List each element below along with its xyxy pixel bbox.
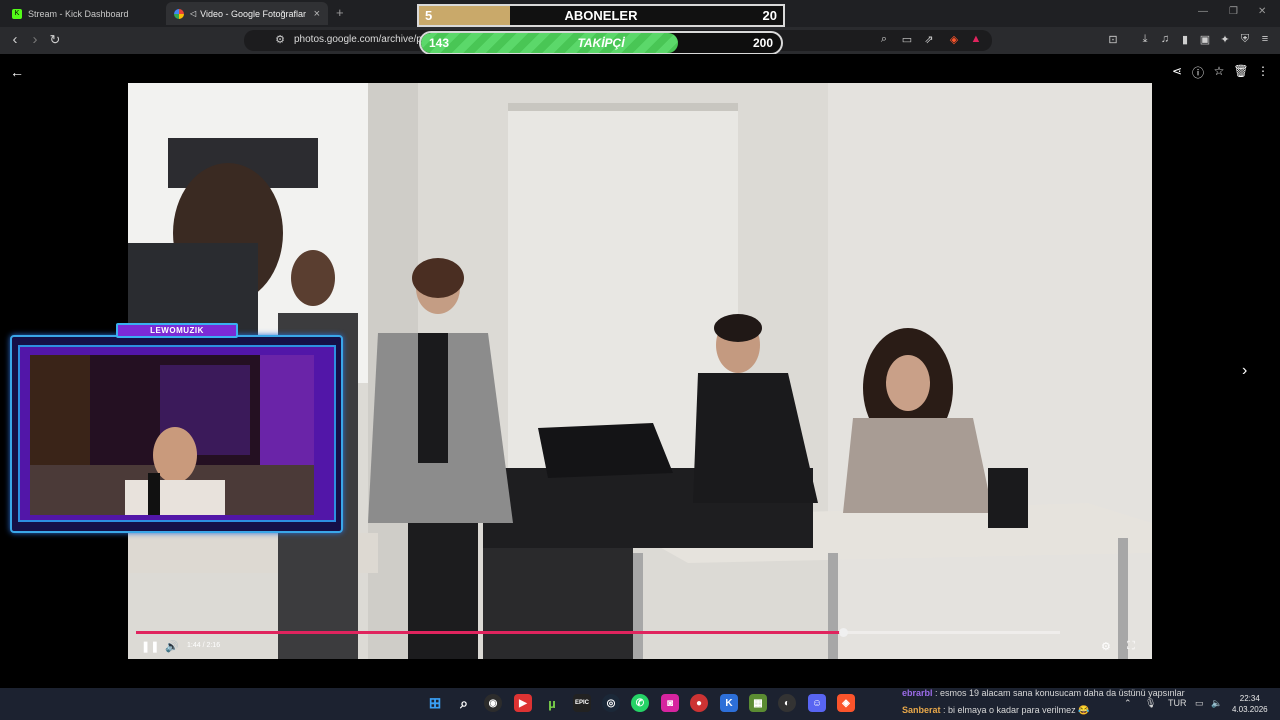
chat-text: : esmos 19 alacam sana konusucam daha da… [932,688,1185,698]
follower-goal: 200 [752,36,773,50]
kick-studio-icon[interactable]: K [720,694,738,712]
tab-label: Stream - Kick Dashboard [28,8,129,19]
back-button[interactable]: ‹ [6,31,24,49]
tray-overflow-icon[interactable]: ⌃ [1124,698,1132,709]
video-progress-bar[interactable] [136,628,1060,637]
tab-google-photos[interactable]: ◁ Video - Google Fotoğraflar × [166,2,328,25]
webcam-video [30,355,314,515]
subscriber-label: ABONELER [564,8,638,23]
cast-icon[interactable]: ▭ [900,33,914,46]
instagram-icon[interactable]: ◙ [661,694,679,712]
sidebar-icon[interactable]: ▮ [1178,33,1192,46]
share-icon[interactable]: ⇗ [922,33,936,46]
language-indicator[interactable]: TUR [1168,698,1187,708]
discord-icon[interactable]: ☺ [808,694,826,712]
chat-message: ebrarbl : esmos 19 alacam sana konusucam… [902,688,1185,698]
video-time: 1:44 / 2:16 [187,642,221,649]
url-text[interactable]: photos.google.com/archive/pl [294,34,424,45]
close-tab-icon[interactable]: × [314,8,320,20]
steam-icon[interactable]: ◎ [602,694,620,712]
downloads-icon[interactable]: ⤓ [1138,33,1152,46]
clock-date: 4.03.2026 [1232,705,1268,714]
kick-icon: K [12,8,22,19]
zoom-icon[interactable]: ⌕ [877,33,891,46]
menu-icon[interactable]: ≡ [1258,33,1272,45]
media-icon[interactable]: ♫ [1158,33,1172,45]
info-icon[interactable]: ⓘ [1190,64,1206,81]
volume-icon[interactable]: 🔊 [165,640,179,653]
follower-label: TAKİPÇİ [577,36,625,50]
close-window-button[interactable]: ✕ [1258,6,1266,17]
forward-button[interactable]: › [26,31,44,49]
share-icon[interactable]: ⋖ [1169,64,1185,78]
clock-time: 22:34 [1239,694,1260,703]
github-icon[interactable]: ◐ [778,694,796,712]
video-progress-played [136,631,843,634]
volume-tray-icon[interactable]: 🔈 [1211,698,1222,709]
site-info-icon[interactable]: ⚙ [273,33,287,46]
tab-label: Video - Google Fotoğraflar [200,8,307,19]
chat-username: Sanberat [902,705,941,715]
obs-icon[interactable]: ◉ [484,694,502,712]
wallet-icon[interactable]: ▣ [1198,33,1212,46]
vpn-icon[interactable]: ⛨ [1238,33,1252,46]
fullscreen-icon[interactable]: ⛶ [1127,640,1135,653]
whatsapp-icon[interactable]: ✆ [631,694,649,712]
pause-icon[interactable]: ❚❚ [141,640,159,653]
tab-kick-dashboard[interactable]: K Stream - Kick Dashboard [4,2,164,25]
chat-username: ebrarbl [902,688,933,698]
speaker-icon: ◁ [190,9,197,18]
follower-goal-bar: 143 TAKİPÇİ 200 [419,31,783,55]
webcam-image [30,355,314,515]
brave-icon[interactable]: ◈ [837,694,855,712]
subscriber-goal-bar: 5 ABONELER 20 [417,4,785,27]
restore-button[interactable]: ❐ [1229,6,1238,17]
video-scrubber-handle[interactable] [838,628,848,637]
taskbar-clock[interactable]: 22:34 4.03.2026 [1232,693,1268,715]
screenshot-icon[interactable]: ⊡ [1106,33,1120,46]
chat-message: Sanberat : bi elmaya o kadar para verilm… [902,705,1089,716]
next-arrow-icon[interactable]: › [1242,362,1247,380]
brave-shield-icon[interactable]: ◈ [947,33,961,46]
subscriber-goal: 20 [762,8,777,23]
utorrent-icon[interactable]: µ [543,694,561,712]
more-options-icon[interactable]: ⋮ [1255,64,1271,78]
delete-icon[interactable]: 🗑 [1233,64,1249,78]
microphone-icon[interactable]: 🎙 [1145,698,1156,709]
brave-rewards-icon[interactable]: ▲ [969,33,983,45]
search-icon[interactable]: ⌕ [455,694,473,712]
network-icon[interactable]: ▭ [1195,698,1204,709]
reload-button[interactable]: ↻ [46,31,64,49]
start-icon[interactable]: ⊞ [426,694,444,712]
minimize-button[interactable]: — [1198,6,1208,17]
back-arrow-icon[interactable]: ← [10,64,24,80]
channel-name-badge: LEWOMUZIK [116,323,238,338]
leo-ai-icon[interactable]: ✦ [1218,33,1232,46]
settings-gear-icon[interactable]: ⚙ [1101,640,1111,653]
record-icon[interactable]: ● [690,694,708,712]
minecraft-icon[interactable]: ▦ [749,694,767,712]
streamlabs-icon[interactable]: ▶ [514,694,532,712]
chat-text: : bi elmaya o kadar para verilmez 😂 [940,705,1090,715]
new-tab-button[interactable]: + [336,5,344,20]
epic-games-icon[interactable]: EPIC [573,694,591,712]
favorite-star-icon[interactable]: ☆ [1211,64,1227,78]
google-photos-icon [174,8,184,19]
